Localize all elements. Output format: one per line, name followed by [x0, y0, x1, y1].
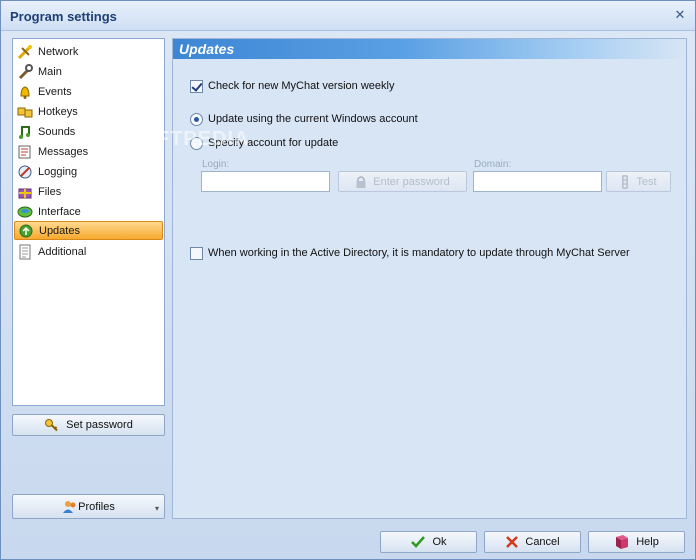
enter-password-button[interactable]: Enter password [338, 171, 467, 192]
login-label: Login: [202, 159, 230, 170]
title-bar: Program settings ✕ [1, 1, 695, 31]
sidebar-item-additional[interactable]: Additional [14, 242, 163, 261]
close-button[interactable]: ✕ [673, 9, 687, 23]
help-book-icon [614, 534, 630, 550]
cancel-button[interactable]: Cancel [484, 531, 581, 553]
messages-icon [17, 144, 33, 160]
updates-icon [18, 223, 34, 239]
specify-account-label: Specify account for update [208, 137, 339, 149]
traffic-light-icon [620, 174, 630, 189]
checkmark-icon [410, 535, 426, 549]
active-directory-checkbox[interactable] [190, 247, 203, 260]
sidebar-item-label: Logging [38, 165, 78, 178]
sidebar-item-main[interactable]: Main [14, 62, 163, 81]
program-settings-window: Program settings ✕ Network Main Events H… [0, 0, 696, 560]
ok-label: Ok [432, 536, 447, 548]
sidebar-item-label: Network [38, 45, 79, 58]
set-password-button[interactable]: Set password [12, 414, 165, 436]
dropdown-arrow-icon: ▾ [154, 504, 159, 513]
set-password-label: Set password [66, 419, 133, 431]
profiles-button[interactable]: Profiles ▾ [12, 494, 165, 519]
sidebar-item-interface[interactable]: Interface [14, 202, 163, 221]
update-current-account-radio[interactable] [190, 113, 203, 126]
lock-icon [355, 175, 367, 189]
login-input[interactable] [201, 171, 330, 192]
sidebar-item-label: Interface [38, 205, 81, 218]
sidebar-item-network[interactable]: Network [14, 42, 163, 61]
window-title: Program settings [10, 9, 117, 24]
section-header: Updates [173, 39, 686, 59]
ok-button[interactable]: Ok [380, 531, 477, 553]
enter-password-label: Enter password [373, 175, 450, 188]
check-weekly-checkbox[interactable] [190, 80, 203, 93]
sidebar-item-label: Additional [38, 245, 87, 258]
updates-settings-panel: Updates Check for new MyChat version wee… [172, 38, 687, 519]
sidebar-item-label: Hotkeys [38, 105, 78, 118]
interface-icon [17, 204, 33, 220]
check-weekly-label: Check for new MyChat version weekly [208, 80, 395, 92]
update-current-account-label: Update using the current Windows account [208, 113, 418, 125]
specify-account-radio[interactable] [190, 137, 203, 150]
sidebar-item-label: Files [38, 185, 62, 198]
sidebar-item-updates[interactable]: Updates [14, 221, 163, 240]
logging-icon [17, 164, 33, 180]
settings-category-list: Network Main Events Hotkeys Sounds Messa… [12, 38, 165, 406]
domain-input[interactable] [473, 171, 602, 192]
sidebar-item-label: Messages [38, 145, 89, 158]
help-button[interactable]: Help [588, 531, 685, 553]
section-title: Updates [179, 41, 235, 57]
wrench-icon [17, 63, 33, 80]
keys-icon [17, 104, 33, 120]
sidebar-item-label: Sounds [38, 125, 76, 138]
domain-label: Domain: [474, 159, 512, 170]
document-icon [17, 244, 33, 260]
sidebar-item-label: Main [38, 65, 62, 78]
active-directory-label: When working in the Active Directory, it… [208, 247, 630, 259]
test-label: Test [636, 175, 657, 188]
gift-box-icon [17, 184, 33, 200]
help-label: Help [636, 536, 659, 548]
sidebar-item-label: Events [38, 85, 72, 98]
sidebar-item-logging[interactable]: Logging [14, 162, 163, 181]
profiles-label: Profiles [78, 500, 115, 513]
network-icon [17, 44, 33, 60]
sidebar-item-hotkeys[interactable]: Hotkeys [14, 102, 163, 121]
sidebar-item-label: Updates [39, 224, 80, 237]
bell-icon [17, 84, 33, 100]
profiles-icon [62, 499, 78, 515]
cancel-label: Cancel [525, 536, 560, 548]
sidebar-item-files[interactable]: Files [14, 182, 163, 201]
sidebar-item-events[interactable]: Events [14, 82, 163, 101]
sidebar-item-sounds[interactable]: Sounds [14, 122, 163, 141]
test-button[interactable]: Test [606, 171, 671, 192]
sidebar-item-messages[interactable]: Messages [14, 142, 163, 161]
key-icon [44, 417, 60, 433]
music-note-icon [17, 124, 33, 140]
cross-icon [505, 535, 519, 549]
